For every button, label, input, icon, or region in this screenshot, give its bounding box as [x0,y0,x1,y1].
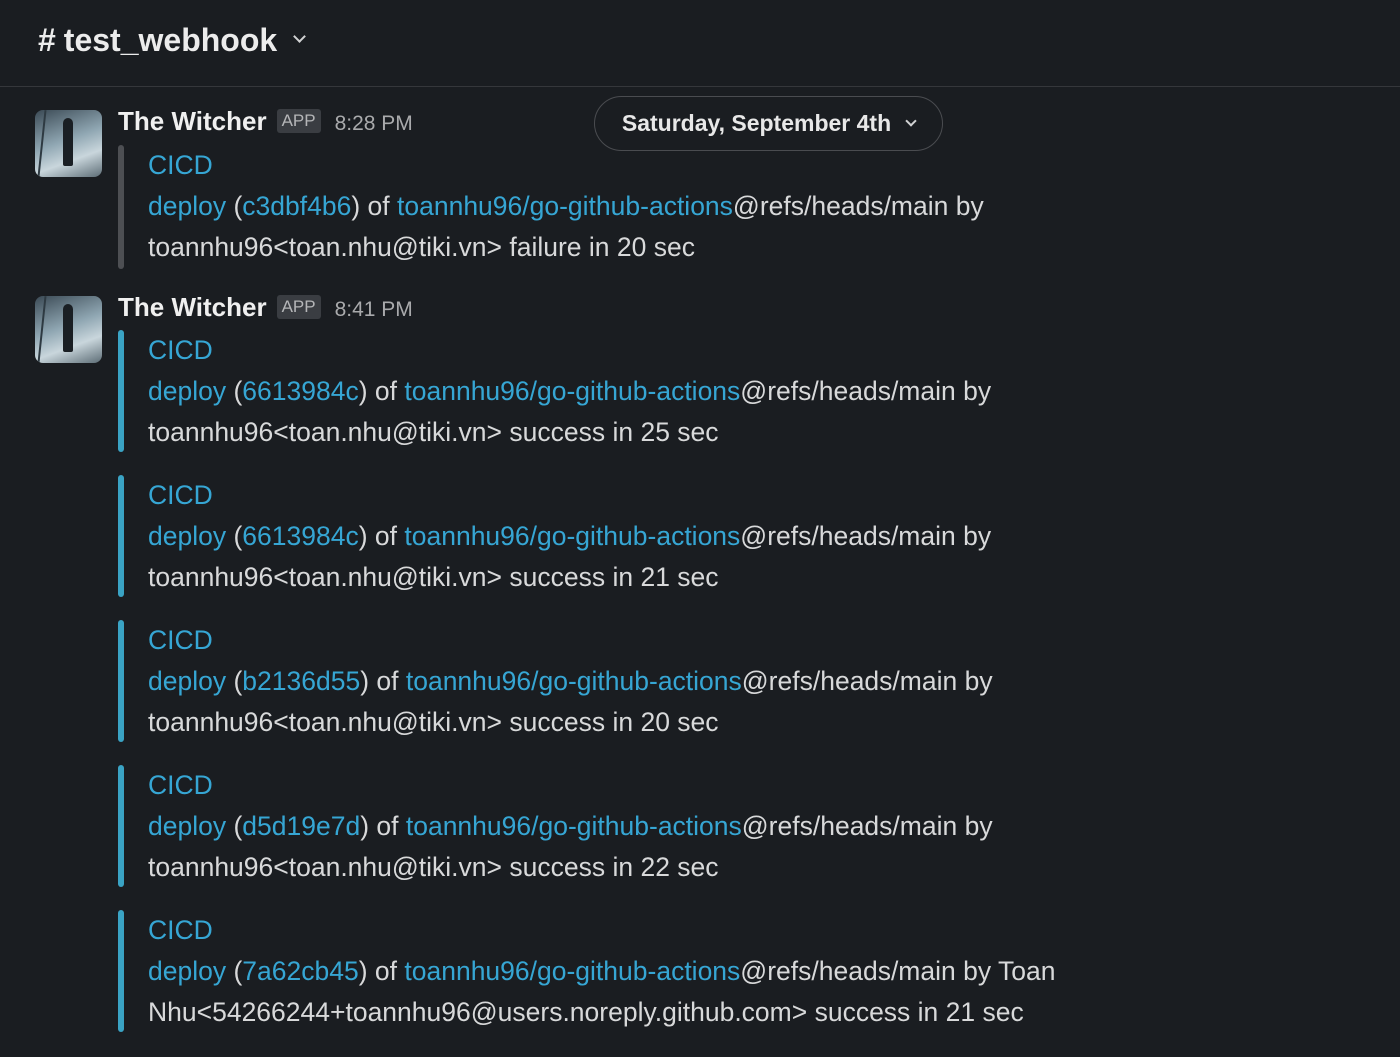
chevron-down-icon [905,114,917,127]
channel-name-button[interactable]: # test_webhook [38,21,307,59]
text-fragment: ( [233,666,243,696]
attachment-content: CICD deploy (c3dbf4b6) of toannhu96/go-g… [148,145,1368,268]
deploy-link[interactable]: deploy [148,521,226,551]
text-fragment: ( [233,191,243,221]
attachment-title-link[interactable]: CICD [148,335,213,365]
deploy-link[interactable]: deploy [148,811,226,841]
deploy-link[interactable]: deploy [148,956,226,986]
avatar-figure [63,304,73,352]
attachment-title-link[interactable]: CICD [148,480,213,510]
text-fragment: ( [233,376,243,406]
text-fragment: ) of [360,811,406,841]
text-fragment: ( [233,811,243,841]
ref-text: @refs/heads/main by [740,376,992,406]
ref-text: @refs/heads/main by [740,521,992,551]
attachment-content: CICD deploy (6613984c) of toannhu96/go-g… [148,475,1368,598]
commit-link[interactable]: b2136d55 [242,666,360,696]
status-text: Nhu<54266244+toannhu96@users.noreply.git… [148,997,1024,1027]
ref-text: @refs/heads/main by Toan [740,956,1056,986]
attachment: CICD deploy (d5d19e7d) of toannhu96/go-g… [118,765,1378,887]
ref-text: @refs/heads/main by [732,191,984,221]
attachment: CICD deploy (b2136d55) of toannhu96/go-g… [118,620,1378,742]
text-fragment: ) of [358,376,405,406]
attachment-title-link[interactable]: CICD [148,770,213,800]
attachment-status-bar [118,330,124,452]
repo-link[interactable]: toannhu96/go-github-actions [404,376,740,406]
date-divider-label: Saturday, September 4th [621,110,892,136]
text-fragment: ) of [358,956,405,986]
repo-link[interactable]: toannhu96/go-github-actions [397,191,733,221]
attachment: CICD deploy (6613984c) of toannhu96/go-g… [118,475,1378,597]
commit-link[interactable]: 6613984c [242,521,358,551]
message-header: The Witcher APP 8:41 PM [118,292,413,323]
status-text: toannhu96<toan.nhu@tiki.vn> success in 2… [148,417,719,447]
channel-hash-icon: # [38,21,56,58]
text-fragment: ) of [360,666,406,696]
attachment-title-link[interactable]: CICD [148,915,213,945]
repo-link[interactable]: toannhu96/go-github-actions [404,521,740,551]
attachment-content: CICD deploy (d5d19e7d) of toannhu96/go-g… [148,765,1368,888]
attachment-content: CICD deploy (6613984c) of toannhu96/go-g… [148,330,1368,453]
text-fragment: ) of [351,191,397,221]
sender-name[interactable]: The Witcher [118,292,267,323]
attachment-content: CICD deploy (b2136d55) of toannhu96/go-g… [148,620,1368,743]
status-text: toannhu96<toan.nhu@tiki.vn> success in 2… [148,852,719,882]
app-badge: APP [276,295,321,319]
sender-name[interactable]: The Witcher [118,106,267,137]
channel-header: # test_webhook [0,0,1400,87]
message-timestamp[interactable]: 8:41 PM [335,298,413,322]
chevron-down-icon [293,29,307,43]
attachment: CICD deploy (6613984c) of toannhu96/go-g… [118,330,1378,452]
attachment-status-bar [118,765,124,887]
ref-text: @refs/heads/main by [741,811,993,841]
commit-link[interactable]: d5d19e7d [242,811,360,841]
status-text: toannhu96<toan.nhu@tiki.vn> failure in 2… [148,232,695,262]
attachment-title-link[interactable]: CICD [148,150,213,180]
ref-text: @refs/heads/main by [741,666,993,696]
deploy-link[interactable]: deploy [148,376,226,406]
avatar-figure [63,118,73,166]
repo-link[interactable]: toannhu96/go-github-actions [406,811,742,841]
avatar[interactable] [35,296,102,363]
attachment: CICD deploy (c3dbf4b6) of toannhu96/go-g… [118,145,1378,269]
status-text: toannhu96<toan.nhu@tiki.vn> success in 2… [148,562,719,592]
attachment-status-bar [118,145,124,269]
attachment-status-bar [118,475,124,597]
status-text: toannhu96<toan.nhu@tiki.vn> success in 2… [148,707,719,737]
channel-title: test_webhook [63,21,278,58]
attachment-title-link[interactable]: CICD [148,625,213,655]
text-fragment: ( [233,956,243,986]
commit-link[interactable]: c3dbf4b6 [242,191,351,221]
deploy-link[interactable]: deploy [148,666,226,696]
commit-link[interactable]: 7a62cb45 [242,956,358,986]
attachment-status-bar [118,620,124,742]
avatar-tree [37,296,47,363]
message-timestamp[interactable]: 8:28 PM [335,112,413,136]
app-badge: APP [276,109,321,133]
repo-link[interactable]: toannhu96/go-github-actions [406,666,742,696]
repo-link[interactable]: toannhu96/go-github-actions [404,956,740,986]
attachment-content: CICD deploy (7a62cb45) of toannhu96/go-g… [148,910,1368,1033]
avatar[interactable] [35,110,102,177]
message-header: The Witcher APP 8:28 PM [118,106,413,137]
commit-link[interactable]: 6613984c [242,376,358,406]
text-fragment: ) of [358,521,405,551]
avatar-tree [37,110,47,177]
attachment: CICD deploy (7a62cb45) of toannhu96/go-g… [118,910,1378,1032]
attachment-status-bar [118,910,124,1032]
text-fragment: ( [233,521,243,551]
date-divider-button[interactable]: Saturday, September 4th [594,96,943,151]
deploy-link[interactable]: deploy [148,191,226,221]
